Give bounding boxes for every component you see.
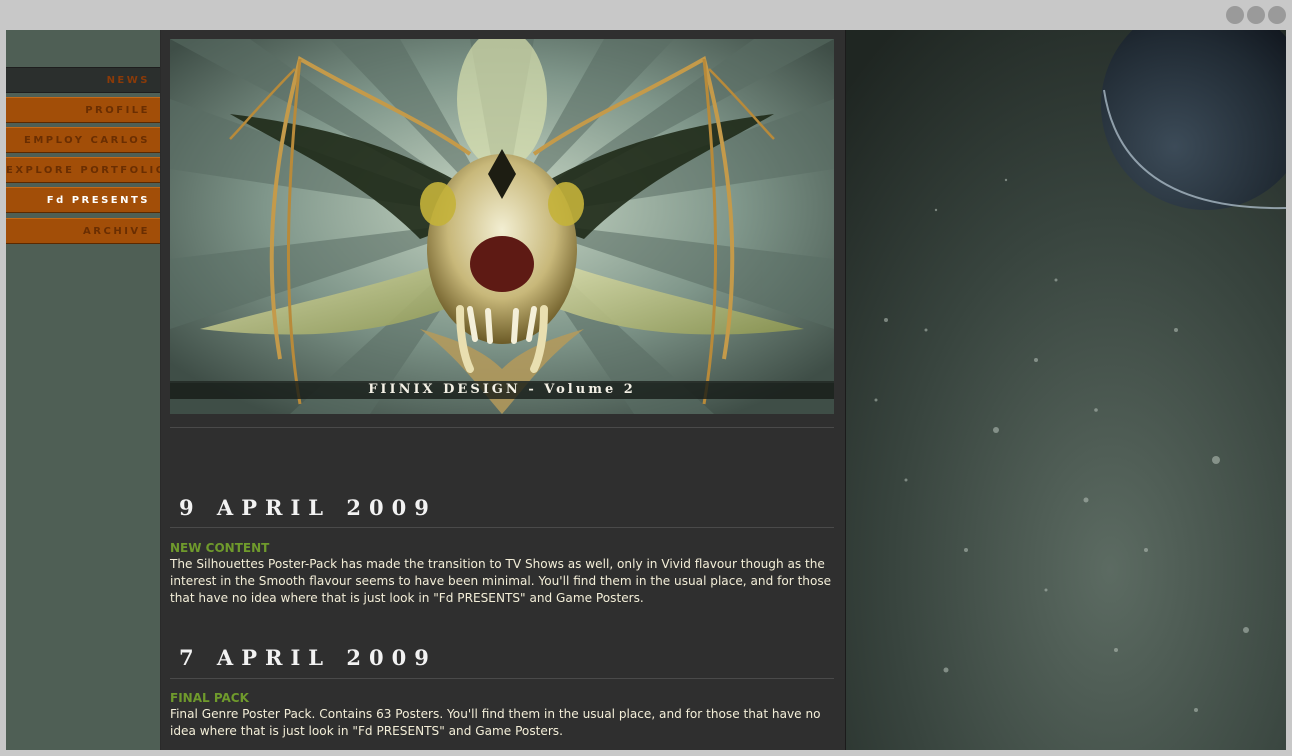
- post-title: NEW CONTENT: [170, 541, 270, 555]
- post-title: FINAL PACK: [170, 691, 249, 705]
- divider: [170, 678, 834, 679]
- nav-item-archive[interactable]: ARCHIVE: [6, 218, 160, 244]
- post-body: Final Genre Poster Pack. Contains 63 Pos…: [170, 707, 821, 738]
- banner-artwork[interactable]: FIINIX DESIGN - Volume 2: [170, 39, 834, 414]
- planet-starfield-icon: [846, 30, 1286, 750]
- divider: [170, 527, 834, 528]
- nav-item-employ-carlos[interactable]: EMPLOY CARLOS: [6, 127, 160, 153]
- window-control-dot-icon[interactable]: [1268, 6, 1286, 24]
- banner-caption: FIINIX DESIGN - Volume 2: [170, 381, 834, 399]
- main-content: FIINIX DESIGN - Volume 2 9 APRIL 2009 NE…: [161, 30, 846, 750]
- window-controls: [1226, 6, 1286, 24]
- browser-viewport: NEWS PROFILE EMPLOY CARLOS EXPLORE PORTF…: [6, 30, 1286, 750]
- nav-item-fd-presents[interactable]: Fd PRESENTS: [6, 187, 160, 213]
- nav-item-profile[interactable]: PROFILE: [6, 97, 160, 123]
- post-date-heading: 7 APRIL 2009: [179, 645, 437, 670]
- post-date-heading: 9 APRIL 2009: [179, 495, 437, 520]
- sidebar-nav: NEWS PROFILE EMPLOY CARLOS EXPLORE PORTF…: [6, 30, 161, 750]
- space-background: [846, 30, 1286, 750]
- winged-skull-artwork-icon: [170, 39, 834, 414]
- window-control-dot-icon[interactable]: [1247, 6, 1265, 24]
- divider: [170, 427, 834, 428]
- post-body: The Silhouettes Poster-Pack has made the…: [170, 557, 832, 605]
- nav-item-explore-portfolio[interactable]: EXPLORE PORTFOLIO: [6, 157, 160, 183]
- window-control-dot-icon[interactable]: [1226, 6, 1244, 24]
- nav-item-news[interactable]: NEWS: [6, 67, 160, 93]
